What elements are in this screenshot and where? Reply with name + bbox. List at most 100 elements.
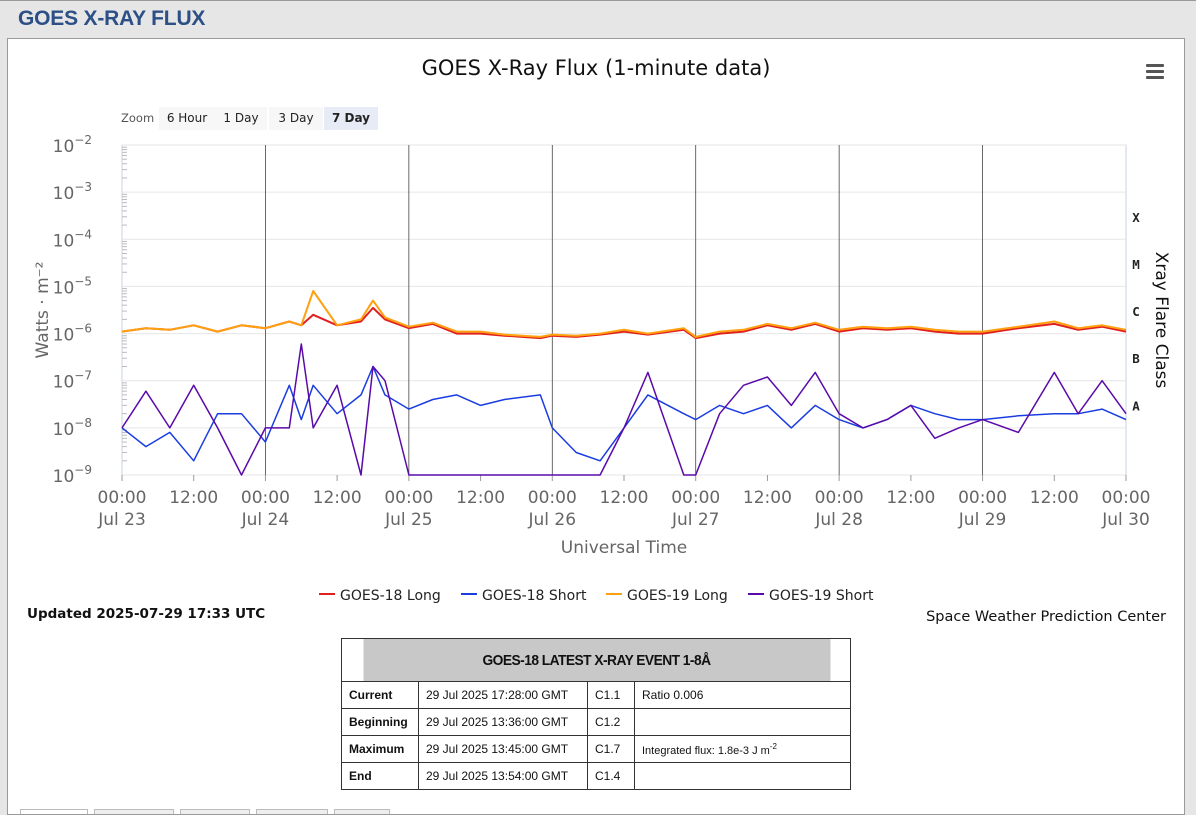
y-tick-label: 10−4 — [53, 227, 92, 251]
row-note — [634, 708, 851, 736]
y-tick-exponent: −8 — [74, 416, 92, 430]
table-row: Maximum 29 Jul 2025 13:45:00 GMT C1.7 In… — [341, 735, 851, 763]
row-note — [634, 762, 851, 790]
x-tick-date: Jul 29 — [958, 510, 1007, 530]
legend-swatch — [319, 593, 335, 595]
bottom-tab[interactable] — [20, 809, 88, 814]
bottom-tab[interactable] — [256, 809, 328, 814]
legend-swatch — [748, 593, 764, 595]
table-row: End 29 Jul 2025 13:54:00 GMT C1.4 — [341, 762, 851, 790]
y-tick-label: 10−2 — [53, 133, 92, 157]
y-tick-exponent: −4 — [74, 227, 92, 241]
x-tick-date: Jul 28 — [814, 510, 863, 530]
flare-class-label: M — [1132, 257, 1140, 272]
x-tick-label: 00:00 — [528, 488, 577, 508]
x-tick-date: Jul 23 — [97, 510, 146, 530]
flare-class-label: X — [1132, 210, 1140, 225]
row-class: C1.7 — [587, 735, 635, 763]
row-time: 29 Jul 2025 13:45:00 GMT — [418, 735, 588, 763]
x-tick-label: 00:00 — [98, 488, 147, 508]
legend-swatch — [606, 593, 622, 595]
row-label: End — [341, 762, 419, 790]
y2-axis-title: Xray Flare Class — [1151, 252, 1171, 389]
zoom-3-day-button[interactable]: 3 Day — [269, 107, 323, 130]
x-tick-label: 12:00 — [600, 488, 649, 508]
event-table-header: GOES-18 LATEST X-RAY EVENT 1-8Å — [361, 638, 831, 682]
x-tick-label: 00:00 — [815, 488, 864, 508]
legend-item[interactable]: GOES-19 Long — [606, 588, 728, 604]
y-tick-exponent: −5 — [74, 274, 92, 288]
x-tick-date: Jul 30 — [1101, 510, 1150, 530]
table-row: Current 29 Jul 2025 17:28:00 GMT C1.1 Ra… — [341, 681, 851, 709]
legend-item[interactable]: GOES-18 Short — [461, 588, 587, 604]
y-tick-exponent: −6 — [74, 322, 92, 336]
row-class: C1.1 — [587, 681, 635, 709]
flare-class-label: C — [1132, 304, 1140, 319]
legend-item[interactable]: GOES-18 Long — [319, 588, 441, 604]
x-tick-label: 12:00 — [886, 488, 935, 508]
zoom-label: Zoom — [121, 111, 155, 125]
x-tick-date: Jul 27 — [671, 510, 720, 530]
x-tick-label: 12:00 — [313, 488, 362, 508]
hamburger-menu-icon[interactable] — [1146, 64, 1164, 80]
y-axis-title: Watts · m⁻² — [33, 262, 53, 359]
flare-class-label: B — [1132, 351, 1140, 366]
legend-label: GOES-18 Long — [340, 588, 441, 604]
x-tick-date: Jul 24 — [241, 510, 290, 530]
row-time: 29 Jul 2025 17:28:00 GMT — [418, 681, 588, 709]
zoom-6-hour-button[interactable]: 6 Hour — [159, 107, 215, 130]
row-note: Integrated flux: 1.8e-3 J m-2 — [634, 735, 851, 763]
bottom-tab[interactable] — [180, 809, 250, 814]
y-tick-exponent: −7 — [74, 369, 92, 383]
x-tick-label: 12:00 — [743, 488, 792, 508]
x-tick-label: 12:00 — [169, 488, 218, 508]
y-tick-label: 10−5 — [53, 274, 92, 298]
legend-swatch — [461, 593, 477, 595]
legend-label: GOES-19 Long — [627, 588, 728, 604]
chart-panel: GOES X-Ray Flux (1-minute data) Zoom 6 H… — [7, 38, 1185, 815]
legend-label: GOES-19 Short — [769, 588, 874, 604]
y-tick-label: 10−3 — [53, 180, 92, 204]
page-title: GOES X-RAY FLUX — [18, 7, 206, 30]
updated-timestamp: Updated 2025-07-29 17:33 UTC — [27, 606, 266, 622]
x-tick-label: 00:00 — [384, 488, 433, 508]
x-tick-label: 00:00 — [958, 488, 1007, 508]
row-note: Ratio 0.006 — [634, 681, 851, 709]
row-label: Maximum — [341, 735, 419, 763]
chart-title: GOES X-Ray Flux (1-minute data) — [421, 56, 771, 80]
x-axis-title: Universal Time — [561, 538, 687, 558]
zoom-1-day-button[interactable]: 1 Day — [215, 107, 267, 130]
integrated-flux-text: Integrated flux: 1.8e-3 J m — [642, 744, 770, 757]
legend-item[interactable]: GOES-19 Short — [748, 588, 874, 604]
table-row: Beginning 29 Jul 2025 13:36:00 GMT C1.2 — [341, 708, 851, 736]
row-time: 29 Jul 2025 13:54:00 GMT — [418, 762, 588, 790]
y-tick-label: 10−9 — [53, 463, 92, 487]
x-tick-label: 12:00 — [1030, 488, 1079, 508]
integrated-flux-exponent: -2 — [769, 741, 777, 751]
y-tick-label: 10−8 — [53, 416, 92, 440]
event-table: GOES-18 LATEST X-RAY EVENT 1-8Å Current … — [341, 638, 851, 790]
y-tick-exponent: −9 — [74, 463, 92, 477]
y-tick-label: 10−6 — [53, 322, 92, 346]
row-label: Current — [341, 681, 419, 709]
row-time: 29 Jul 2025 13:36:00 GMT — [418, 708, 588, 736]
x-tick-label: 12:00 — [456, 488, 505, 508]
legend-label: GOES-18 Short — [482, 588, 587, 604]
top-border — [0, 0, 1196, 1]
bottom-tab[interactable] — [94, 809, 174, 814]
x-tick-label: 00:00 — [1102, 488, 1151, 508]
flare-class-label: A — [1132, 398, 1140, 413]
bottom-tab[interactable] — [334, 809, 390, 814]
y-tick-exponent: −2 — [74, 133, 92, 147]
x-tick-date: Jul 25 — [384, 510, 433, 530]
credit-text: Space Weather Prediction Center — [926, 609, 1166, 625]
x-tick-label: 00:00 — [241, 488, 290, 508]
y-tick-label: 10−7 — [53, 369, 92, 393]
x-tick-date: Jul 26 — [528, 510, 577, 530]
row-class: C1.2 — [587, 708, 635, 736]
row-label: Beginning — [341, 708, 419, 736]
y-tick-exponent: −3 — [74, 180, 92, 194]
zoom-7-day-button[interactable]: 7 Day — [324, 107, 378, 130]
x-tick-label: 00:00 — [671, 488, 720, 508]
xray-flux-chart: 10−910−810−710−610−510−410−310−200:00Jul… — [33, 133, 1171, 558]
